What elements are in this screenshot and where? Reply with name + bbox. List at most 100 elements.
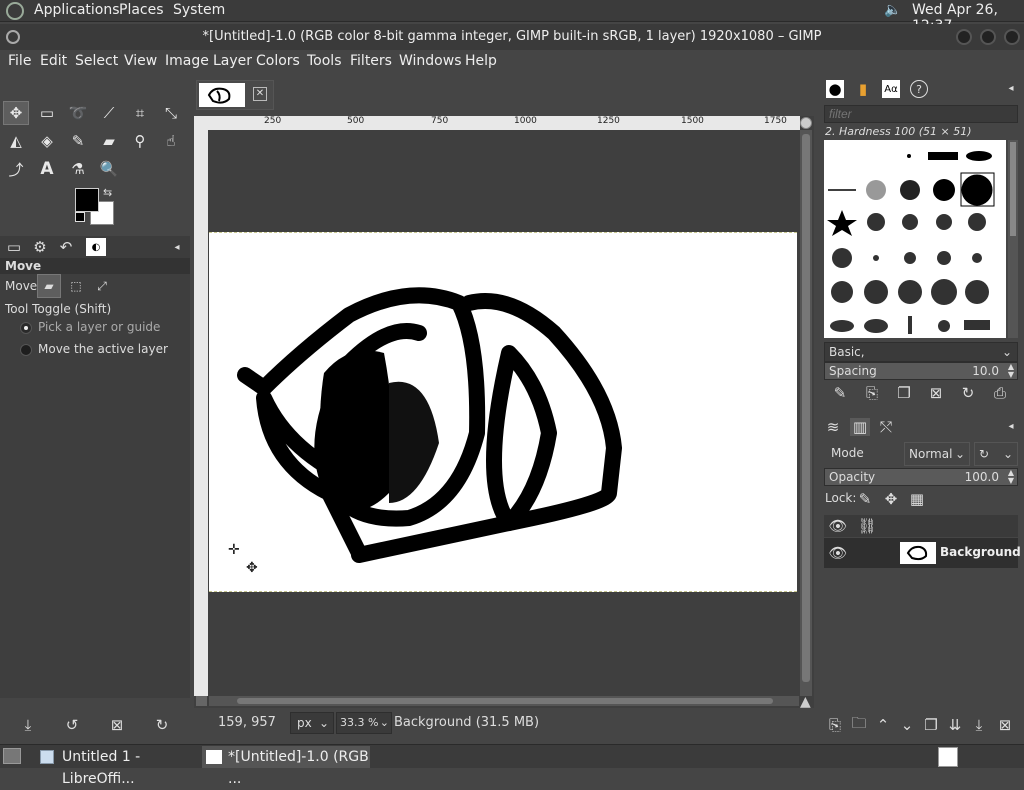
move-active-layer-radio[interactable] [20, 344, 32, 356]
foreground-color-swatch[interactable] [75, 188, 99, 212]
paths-tab-icon[interactable]: ⤲ [876, 418, 896, 436]
menu-system[interactable]: System [173, 2, 225, 18]
save-options-icon[interactable]: ⤓ [18, 716, 38, 734]
edit-brush-icon[interactable]: ✎ [830, 384, 850, 402]
default-colors-icon[interactable] [75, 212, 85, 222]
brush-filter-input[interactable] [824, 105, 1018, 123]
undo-history-tab-icon[interactable]: ↶ [56, 238, 76, 256]
lock-position-icon[interactable]: ✥ [882, 490, 900, 508]
transform-tool-icon[interactable]: ⤡ [158, 101, 184, 125]
menu-view[interactable]: View [124, 53, 157, 69]
refresh-brushes-icon[interactable]: ↻ [958, 384, 978, 402]
delete-options-icon[interactable]: ⊠ [107, 716, 127, 734]
image-tab[interactable]: ✕ [196, 80, 274, 110]
lock-alpha-icon[interactable]: ▦ [908, 490, 926, 508]
configure-tab-icon[interactable]: ◂ [170, 240, 184, 254]
layer-mode-switch[interactable]: ↻ ⌄ [974, 442, 1018, 466]
close-image-tab-icon[interactable]: ✕ [253, 87, 267, 101]
opacity-slider[interactable]: Opacity 100.0 ▲ ▼ [824, 468, 1018, 486]
menu-file[interactable]: File [8, 53, 31, 69]
crop-tool-icon[interactable]: ⌗ [127, 101, 153, 125]
minimize-icon[interactable] [956, 29, 972, 45]
new-layer-icon[interactable]: ⎘ [826, 716, 844, 734]
paths-tool-icon[interactable]: ⤴ [3, 157, 29, 181]
vertical-ruler[interactable] [194, 130, 208, 696]
delete-layer-icon[interactable]: ⊠ [996, 716, 1014, 734]
warp-tool-icon[interactable]: ◭ [3, 129, 29, 153]
move-tool-icon[interactable]: ✥ [3, 101, 29, 125]
zoom-tool-icon[interactable]: 🔍 [96, 157, 122, 181]
menu-filters[interactable]: Filters [350, 53, 392, 69]
image-canvas[interactable] [209, 232, 797, 592]
layer-row[interactable]: 👁 Background [824, 538, 1021, 568]
merge-layer-icon[interactable]: ⤓ [970, 716, 988, 734]
raise-layer-icon[interactable]: ⌃ [874, 716, 892, 734]
configure-layers-tab-icon[interactable]: ◂ [1004, 419, 1018, 433]
lock-pixels-icon[interactable]: ✎ [856, 490, 874, 508]
images-tab-icon[interactable]: ◐ [86, 238, 106, 256]
menu-layer[interactable]: Layer [213, 53, 252, 69]
horizontal-ruler[interactable]: 250 500 750 1000 1250 1500 1750 [194, 116, 800, 130]
menu-applications[interactable]: Applications [34, 2, 120, 18]
configure-brushes-tab-icon[interactable]: ◂ [1004, 81, 1018, 95]
pick-layer-radio[interactable] [20, 322, 32, 334]
close-icon[interactable] [1004, 29, 1020, 45]
navigate-icon[interactable] [196, 696, 207, 706]
fonts-tab-icon[interactable]: Aα [882, 80, 900, 98]
new-layer-group-icon[interactable]: 🗀 [850, 714, 868, 734]
menu-tools[interactable]: Tools [307, 53, 342, 69]
brush-preset-select[interactable]: Basic, ⌄ [824, 342, 1018, 362]
distro-logo-icon[interactable] [6, 2, 24, 20]
move-layer-mode-icon[interactable]: ▰ [37, 274, 61, 298]
vertical-scrollbar[interactable] [800, 130, 812, 696]
patterns-tab-icon[interactable]: ▮ [854, 80, 872, 98]
menu-select[interactable]: Select [75, 53, 118, 69]
help-tab-icon[interactable]: ? [910, 80, 928, 98]
taskbar-gimp[interactable]: *[Untitled]-1.0 (RGB ... [202, 746, 370, 787]
horizontal-scrollbar[interactable] [209, 696, 799, 706]
menu-colors[interactable]: Colors [256, 53, 300, 69]
anchor-layer-icon[interactable]: ⇊ [946, 716, 964, 734]
layers-tab-icon[interactable]: ≋ [824, 418, 842, 436]
brush-grid[interactable] [824, 140, 1006, 338]
rect-select-tool-icon[interactable]: ▭ [34, 101, 60, 125]
menu-places[interactable]: Places [119, 2, 164, 18]
zoom-select[interactable]: 33.3 % ⌄ [336, 712, 392, 734]
bucket-fill-tool-icon[interactable]: ◈ [34, 129, 60, 153]
move-path-mode-icon[interactable]: ⤢ [90, 274, 114, 298]
zoom-to-fit-icon[interactable] [800, 117, 812, 129]
unit-select[interactable]: px ⌄ [290, 712, 334, 734]
menu-edit[interactable]: Edit [40, 53, 67, 69]
menu-help[interactable]: Help [465, 53, 497, 69]
duplicate-layer-icon[interactable]: ❐ [922, 716, 940, 734]
lower-layer-icon[interactable]: ⌄ [898, 716, 916, 734]
color-picker-tool-icon[interactable]: ⚗ [65, 157, 91, 181]
layer-visibility-icon[interactable]: 👁 [828, 544, 848, 562]
layer-mode-select[interactable]: Normal ⌄ [904, 442, 970, 466]
taskbar-libreoffice[interactable]: Untitled 1 - LibreOffi... [36, 746, 196, 787]
smudge-tool-icon[interactable]: ☝ [158, 129, 184, 153]
fuzzy-select-tool-icon[interactable]: ⟋ [96, 101, 122, 125]
lasso-tool-icon[interactable]: ➰ [65, 101, 91, 125]
menu-image[interactable]: Image [165, 53, 209, 69]
layer-name[interactable]: Background [940, 545, 1021, 559]
workspace-switcher-icon[interactable] [938, 747, 958, 767]
volume-icon[interactable]: 🔈 [884, 2, 901, 18]
text-tool-icon[interactable]: A [34, 157, 60, 181]
paintbrush-tool-icon[interactable]: ✎ [65, 129, 91, 153]
delete-brush-icon[interactable]: ⊠ [926, 384, 946, 402]
window-titlebar[interactable]: *[Untitled]-1.0 (RGB color 8-bit gamma i… [0, 24, 1024, 50]
move-selection-mode-icon[interactable]: ⬚ [64, 274, 88, 298]
open-brush-as-image-icon[interactable]: ⎙ [990, 384, 1010, 402]
swap-colors-icon[interactable]: ⇆ [103, 186, 112, 199]
window-menu-icon[interactable] [6, 30, 20, 44]
tool-options-tab-icon[interactable]: ▭ [4, 238, 24, 256]
clone-tool-icon[interactable]: ⚲ [127, 129, 153, 153]
show-desktop-icon[interactable] [3, 748, 21, 764]
new-brush-icon[interactable]: ⎘ [862, 384, 882, 402]
reset-options-icon[interactable]: ↻ [152, 716, 172, 734]
menu-windows[interactable]: Windows [399, 53, 462, 69]
spacing-slider[interactable]: Spacing 10.0 ▲ ▼ [824, 362, 1018, 380]
brushes-tab-icon[interactable]: ● [826, 80, 844, 98]
eraser-tool-icon[interactable]: ▰ [96, 129, 122, 153]
